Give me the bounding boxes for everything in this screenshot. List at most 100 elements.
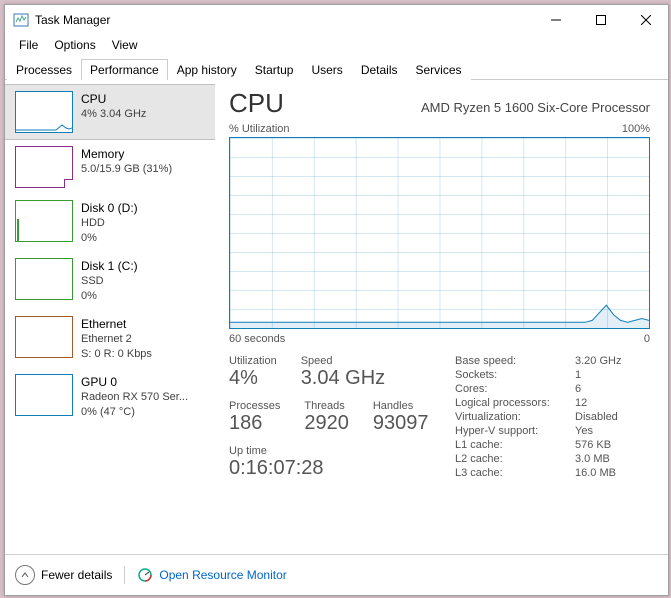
utilization-value: 4% — [229, 367, 277, 390]
hyperv-key: Hyper-V support: — [455, 425, 575, 439]
sidebar-memory-sub: 5.0/15.9 GB (31%) — [81, 162, 172, 177]
open-resource-monitor-link[interactable]: Open Resource Monitor — [159, 568, 286, 582]
handles-label: Handles — [373, 400, 429, 412]
chart-label-right: 100% — [622, 123, 650, 135]
speed-value: 3.04 GHz — [301, 367, 385, 390]
logical-processors-key: Logical processors: — [455, 397, 575, 411]
base-speed-key: Base speed: — [455, 355, 575, 369]
disk1-thumbnail — [15, 258, 73, 300]
main-title: CPU — [229, 88, 284, 119]
cpu-thumb-graph-icon — [16, 92, 72, 132]
sidebar-ethernet-sub2: S: 0 R: 0 Kbps — [81, 347, 152, 362]
sockets-key: Sockets: — [455, 369, 575, 383]
task-manager-icon — [13, 12, 29, 28]
l3-key: L3 cache: — [455, 467, 575, 481]
handles-value: 93097 — [373, 412, 429, 435]
axis-left: 60 seconds — [229, 333, 285, 345]
menu-file[interactable]: File — [11, 36, 46, 54]
minimize-icon — [551, 15, 561, 25]
task-manager-window: Task Manager File Options View Processes… — [4, 4, 669, 596]
sidebar-gpu0-label: GPU 0 — [81, 374, 188, 390]
menubar: File Options View — [5, 35, 668, 55]
cpu-utilization-chart[interactable] — [229, 137, 650, 329]
sidebar-gpu0-sub1: Radeon RX 570 Ser... — [81, 390, 188, 405]
menu-options[interactable]: Options — [46, 36, 103, 54]
tabstrip: Processes Performance App history Startu… — [5, 55, 668, 80]
l2-key: L2 cache: — [455, 453, 575, 467]
chevron-up-icon[interactable] — [15, 565, 35, 585]
utilization-label: Utilization — [229, 355, 277, 367]
fewer-details-link[interactable]: Fewer details — [41, 568, 112, 582]
maximize-icon — [596, 15, 606, 25]
l3-val: 16.0 MB — [575, 467, 621, 481]
tab-services[interactable]: Services — [407, 59, 471, 80]
tab-users[interactable]: Users — [302, 59, 351, 80]
cores-val: 6 — [575, 383, 621, 397]
chart-label-left: % Utilization — [229, 123, 290, 135]
speed-label: Speed — [301, 355, 385, 367]
sidebar-disk0-sub2: 0% — [81, 231, 138, 246]
cores-key: Cores: — [455, 383, 575, 397]
sidebar-memory-label: Memory — [81, 146, 172, 162]
sockets-val: 1 — [575, 369, 621, 383]
logical-processors-val: 12 — [575, 397, 621, 411]
sidebar-item-cpu[interactable]: CPU 4% 3.04 GHz — [5, 84, 215, 140]
sidebar-disk0-label: Disk 0 (D:) — [81, 200, 138, 216]
tab-processes[interactable]: Processes — [7, 59, 81, 80]
l1-key: L1 cache: — [455, 439, 575, 453]
threads-label: Threads — [304, 400, 349, 412]
sidebar-ethernet-label: Ethernet — [81, 316, 152, 332]
tab-startup[interactable]: Startup — [246, 59, 303, 80]
close-icon — [641, 15, 651, 25]
resource-monitor-icon — [137, 567, 153, 583]
l2-val: 3.0 MB — [575, 453, 621, 467]
virtualization-val: Disabled — [575, 411, 621, 425]
processes-label: Processes — [229, 400, 280, 412]
disk0-thumbnail — [15, 200, 73, 242]
maximize-button[interactable] — [578, 5, 623, 35]
axis-right: 0 — [644, 333, 650, 345]
sidebar-disk1-label: Disk 1 (C:) — [81, 258, 138, 274]
close-button[interactable] — [623, 5, 668, 35]
sidebar-item-ethernet[interactable]: Ethernet Ethernet 2 S: 0 R: 0 Kbps — [5, 310, 215, 368]
sidebar-gpu0-sub2: 0% (47 °C) — [81, 405, 188, 420]
titlebar: Task Manager — [5, 5, 668, 35]
tab-performance[interactable]: Performance — [81, 59, 168, 80]
uptime-label: Up time — [229, 445, 449, 457]
separator-icon — [124, 566, 125, 584]
sidebar-item-gpu0[interactable]: GPU 0 Radeon RX 570 Ser... 0% (47 °C) — [5, 368, 215, 426]
threads-value: 2920 — [304, 412, 349, 435]
sidebar-disk1-sub1: SSD — [81, 274, 138, 289]
content-area: CPU 4% 3.04 GHz Memory 5.0/15.9 GB (31%) — [5, 80, 668, 554]
sidebar-cpu-sub: 4% 3.04 GHz — [81, 107, 146, 122]
memory-notch-icon — [64, 179, 73, 188]
sidebar-item-memory[interactable]: Memory 5.0/15.9 GB (31%) — [5, 140, 215, 194]
base-speed-val: 3.20 GHz — [575, 355, 621, 369]
sidebar-disk0-sub1: HDD — [81, 216, 138, 231]
disk0-thumb-graph-icon — [16, 201, 72, 241]
processes-value: 186 — [229, 412, 280, 435]
sidebar-item-disk1[interactable]: Disk 1 (C:) SSD 0% — [5, 252, 215, 310]
cpu-model: AMD Ryzen 5 1600 Six-Core Processor — [421, 100, 650, 115]
sidebar: CPU 4% 3.04 GHz Memory 5.0/15.9 GB (31%) — [5, 80, 215, 554]
ethernet-thumbnail — [15, 316, 73, 358]
sidebar-ethernet-sub1: Ethernet 2 — [81, 332, 152, 347]
l1-val: 576 KB — [575, 439, 621, 453]
hyperv-val: Yes — [575, 425, 621, 439]
main-panel: CPU AMD Ryzen 5 1600 Six-Core Processor … — [215, 80, 668, 554]
minimize-button[interactable] — [533, 5, 578, 35]
memory-thumbnail — [15, 146, 73, 188]
menu-view[interactable]: View — [104, 36, 146, 54]
cpu-chart-line-icon — [230, 138, 649, 328]
gpu0-thumbnail — [15, 374, 73, 416]
tab-app-history[interactable]: App history — [168, 59, 246, 80]
window-title: Task Manager — [35, 13, 110, 27]
sidebar-cpu-label: CPU — [81, 91, 146, 107]
sidebar-disk1-sub2: 0% — [81, 289, 138, 304]
uptime-value: 0:16:07:28 — [229, 457, 449, 480]
cpu-thumbnail — [15, 91, 73, 133]
right-stats: Base speed:3.20 GHz Sockets:1 Cores:6 Lo… — [455, 355, 621, 484]
footer: Fewer details Open Resource Monitor — [5, 554, 668, 595]
tab-details[interactable]: Details — [352, 59, 407, 80]
sidebar-item-disk0[interactable]: Disk 0 (D:) HDD 0% — [5, 194, 215, 252]
